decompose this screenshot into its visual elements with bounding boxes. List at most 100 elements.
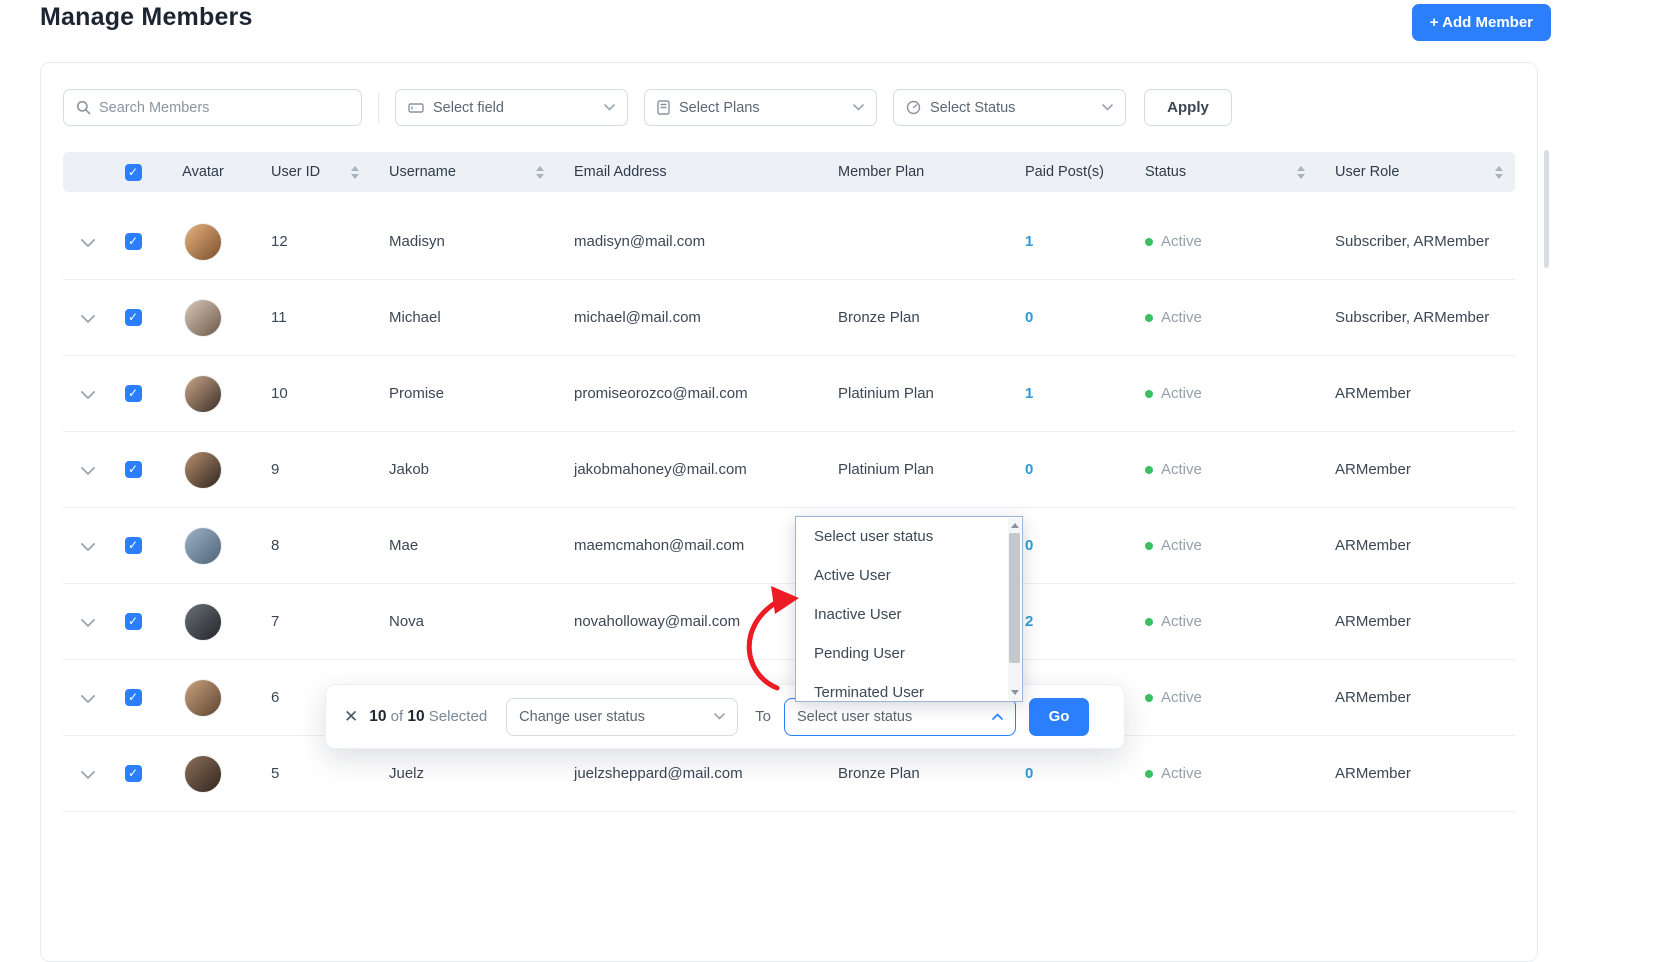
selected-label: Selected bbox=[428, 707, 488, 725]
plans-icon bbox=[657, 100, 670, 115]
sort-icon[interactable] bbox=[1297, 165, 1305, 179]
sort-icon[interactable] bbox=[1495, 165, 1503, 179]
row-checkbox[interactable]: ✓ bbox=[124, 613, 142, 630]
chevron-down-icon[interactable] bbox=[81, 312, 95, 324]
search-input[interactable] bbox=[99, 99, 349, 116]
scroll-up-icon[interactable] bbox=[1011, 523, 1019, 528]
go-button[interactable]: Go bbox=[1029, 697, 1089, 736]
avatar bbox=[184, 678, 222, 717]
option-label: Select user status bbox=[814, 528, 934, 545]
status-cell: Active bbox=[1127, 689, 1317, 706]
option-label: Pending User bbox=[814, 645, 905, 662]
active-dot-icon bbox=[1145, 313, 1153, 322]
user-id-cell: 12 bbox=[271, 233, 288, 250]
dropdown-option[interactable]: Active User bbox=[796, 556, 1009, 595]
user-id-cell: 7 bbox=[271, 613, 280, 630]
select-all-checkbox[interactable]: ✓ bbox=[124, 163, 142, 181]
dropdown-option[interactable]: Pending User bbox=[796, 634, 1009, 673]
header-status: Status bbox=[1127, 152, 1317, 192]
user-id-cell: 11 bbox=[271, 309, 287, 326]
avatar bbox=[184, 754, 222, 793]
paid-posts-link[interactable]: 0 bbox=[1007, 309, 1127, 326]
username-cell: Nova bbox=[389, 613, 425, 630]
field-icon bbox=[408, 101, 424, 115]
dropdown-option[interactable]: Inactive User bbox=[796, 595, 1009, 634]
username-cell: Jakob bbox=[389, 461, 430, 478]
sort-icon[interactable] bbox=[351, 165, 359, 179]
active-dot-icon bbox=[1145, 693, 1153, 702]
username-cell: Juelz bbox=[389, 765, 425, 782]
header-checkbox-cell: ✓ bbox=[113, 152, 153, 192]
add-member-button[interactable]: + Add Member bbox=[1411, 4, 1551, 41]
email-cell: juelzsheppard@mail.com bbox=[574, 765, 743, 782]
row-checkbox[interactable]: ✓ bbox=[124, 309, 142, 326]
option-label: Terminated User bbox=[814, 684, 925, 701]
status-text: Active bbox=[1161, 309, 1202, 326]
chevron-down-icon[interactable] bbox=[81, 236, 95, 248]
status-cell: Active bbox=[1127, 309, 1317, 326]
email-cell: madisyn@mail.com bbox=[574, 233, 706, 250]
sort-icon[interactable] bbox=[536, 165, 544, 179]
status-text: Active bbox=[1161, 689, 1202, 706]
paid-posts-link[interactable]: 2 bbox=[1007, 613, 1127, 630]
apply-button[interactable]: Apply bbox=[1144, 89, 1232, 126]
chevron-down-icon[interactable] bbox=[81, 388, 95, 400]
select-plans-dropdown[interactable]: Select Plans bbox=[644, 89, 877, 126]
row-checkbox[interactable]: ✓ bbox=[124, 765, 142, 782]
chevron-down-icon[interactable] bbox=[81, 464, 95, 476]
select-status-dropdown[interactable]: Select Status bbox=[893, 89, 1126, 126]
header-email: Email Address bbox=[574, 164, 667, 180]
scrollbar-thumb[interactable] bbox=[1009, 533, 1020, 663]
chevron-down-icon[interactable] bbox=[81, 616, 95, 628]
status-cell: Active bbox=[1127, 765, 1317, 782]
user-id-cell: 10 bbox=[271, 385, 288, 402]
paid-posts-link[interactable]: 0 bbox=[1007, 461, 1127, 478]
dropdown-option[interactable]: Select user status bbox=[796, 517, 1009, 556]
username-cell: Mae bbox=[389, 537, 419, 554]
user-role-cell: ARMember bbox=[1335, 765, 1411, 782]
header-user-id: User ID bbox=[253, 152, 371, 192]
email-cell: jakobmahoney@mail.com bbox=[574, 461, 747, 478]
scroll-down-icon[interactable] bbox=[1011, 690, 1019, 695]
member-plan-cell: Platinium Plan bbox=[838, 385, 934, 402]
chevron-down-icon[interactable] bbox=[81, 540, 95, 552]
bulk-action-select[interactable]: Change user status bbox=[506, 697, 739, 736]
chevron-down-icon bbox=[1102, 104, 1113, 111]
chevron-up-icon bbox=[992, 713, 1003, 720]
select-plans-label: Select Plans bbox=[679, 99, 760, 116]
status-text: Active bbox=[1161, 461, 1202, 478]
dropdown-scrollbar[interactable] bbox=[1008, 518, 1021, 700]
chevron-down-icon bbox=[604, 104, 615, 111]
user-id-cell: 8 bbox=[271, 537, 280, 554]
row-checkbox[interactable]: ✓ bbox=[124, 461, 142, 478]
dropdown-option[interactable]: Terminated User bbox=[796, 673, 1009, 701]
paid-posts-link[interactable]: 1 bbox=[1007, 385, 1127, 402]
row-checkbox[interactable]: ✓ bbox=[124, 233, 142, 250]
user-role-cell: ARMember bbox=[1335, 385, 1411, 402]
select-field-dropdown[interactable]: Select field bbox=[395, 89, 628, 126]
active-dot-icon bbox=[1145, 541, 1153, 550]
member-plan-cell: Platinium Plan bbox=[838, 461, 934, 478]
chevron-down-icon[interactable] bbox=[81, 692, 95, 704]
close-icon[interactable]: ✕ bbox=[344, 707, 358, 727]
active-dot-icon bbox=[1145, 769, 1153, 778]
total-count: 10 bbox=[407, 707, 425, 725]
bulk-status-select[interactable]: Select user status bbox=[784, 697, 1016, 736]
paid-posts-link[interactable]: 1 bbox=[1007, 233, 1127, 250]
table-row: ✓ 12 Madisyn madisyn@mail.com 1 Active S… bbox=[63, 204, 1515, 280]
status-text: Active bbox=[1161, 537, 1202, 554]
paid-posts-link[interactable]: 0 bbox=[1007, 537, 1127, 554]
paid-posts-link[interactable]: 0 bbox=[1007, 765, 1127, 782]
chevron-down-icon[interactable] bbox=[81, 768, 95, 780]
row-checkbox[interactable]: ✓ bbox=[124, 385, 142, 402]
filters-bar: Select field Select Plans Select Status … bbox=[41, 63, 1537, 126]
user-role-cell: ARMember bbox=[1335, 613, 1411, 630]
search-box[interactable] bbox=[63, 89, 362, 126]
row-checkbox[interactable]: ✓ bbox=[124, 537, 142, 554]
status-cell: Active bbox=[1127, 613, 1317, 630]
select-status-label: Select Status bbox=[930, 99, 1016, 116]
username-cell: Promise bbox=[389, 385, 445, 402]
table-scrollbar[interactable] bbox=[1544, 150, 1549, 268]
row-checkbox[interactable]: ✓ bbox=[124, 689, 142, 706]
header-username: Username bbox=[371, 152, 556, 192]
